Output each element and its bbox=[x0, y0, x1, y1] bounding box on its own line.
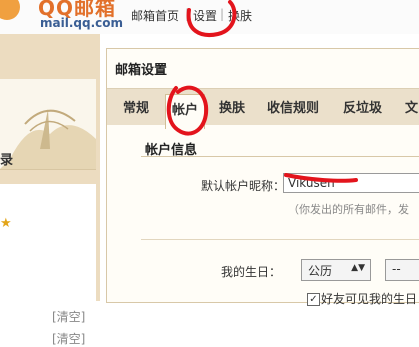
section-divider bbox=[141, 239, 419, 240]
sidebar-header-banner: 录 bbox=[0, 79, 96, 170]
nav-mail-home[interactable]: 邮箱首页 bbox=[131, 7, 179, 24]
qq-mail-logo[interactable]: QQ邮箱 mail.qq.com bbox=[0, 0, 123, 34]
logo-badge-icon bbox=[0, 0, 20, 20]
section-divider bbox=[141, 156, 419, 157]
tab-account[interactable]: 帐户 bbox=[165, 94, 206, 129]
landscape-illustration bbox=[0, 109, 96, 169]
tab-more[interactable]: 文 bbox=[405, 97, 418, 116]
tab-general[interactable]: 常规 bbox=[123, 97, 149, 116]
nickname-hint: （你发出的所有邮件，发 bbox=[288, 203, 409, 216]
clear-link[interactable]: [清空] bbox=[52, 308, 85, 325]
sidebar-partial-label: 录 bbox=[0, 153, 14, 168]
nickname-label: 默认帐户昵称： bbox=[201, 179, 286, 193]
settings-panel: 邮箱设置 常规 帐户 换肤 收信规则 反垃圾 文 帐户信息 默认帐户昵称： （你… bbox=[106, 48, 419, 306]
settings-title: 邮箱设置 bbox=[115, 63, 168, 78]
clear-link[interactable]: [清空] bbox=[52, 330, 85, 347]
calendar-type-value: 公历 bbox=[308, 264, 333, 278]
select-arrows-icon: ▲▼ bbox=[351, 263, 365, 273]
calendar-type-select[interactable]: 公历 ▲▼ bbox=[301, 259, 371, 281]
tab-skin[interactable]: 换肤 bbox=[219, 97, 245, 116]
sidebar: 录 ★ [清空] [清空] bbox=[0, 34, 100, 346]
birthday-month-select[interactable]: -- bbox=[385, 259, 419, 281]
nav-separator: | bbox=[185, 7, 190, 21]
birthday-label: 我的生日： bbox=[221, 265, 282, 279]
settings-tabbar: 常规 帐户 换肤 收信规则 反垃圾 文 bbox=[107, 88, 419, 129]
top-bar: QQ邮箱 mail.qq.com 邮箱首页 | 设置 | 换肤 bbox=[0, 0, 419, 34]
nickname-input[interactable] bbox=[283, 173, 419, 193]
logo-domain: mail.qq.com bbox=[40, 16, 123, 30]
birthday-month-value: -- bbox=[392, 262, 401, 276]
nav-settings[interactable]: 设置 bbox=[193, 7, 217, 24]
tab-anti-spam[interactable]: 反垃圾 bbox=[343, 97, 382, 116]
sidebar-folder-panel: ★ [清空] [清空] bbox=[0, 184, 96, 346]
tab-mail-rules[interactable]: 收信规则 bbox=[267, 97, 319, 116]
friend-birthday-checkbox[interactable]: ✓ bbox=[307, 293, 320, 306]
nav-skin[interactable]: 换肤 bbox=[228, 7, 252, 24]
star-icon[interactable]: ★ bbox=[0, 216, 12, 231]
nav-separator: | bbox=[220, 7, 225, 21]
friend-birthday-label: 好友可见我的生日 bbox=[321, 292, 418, 306]
